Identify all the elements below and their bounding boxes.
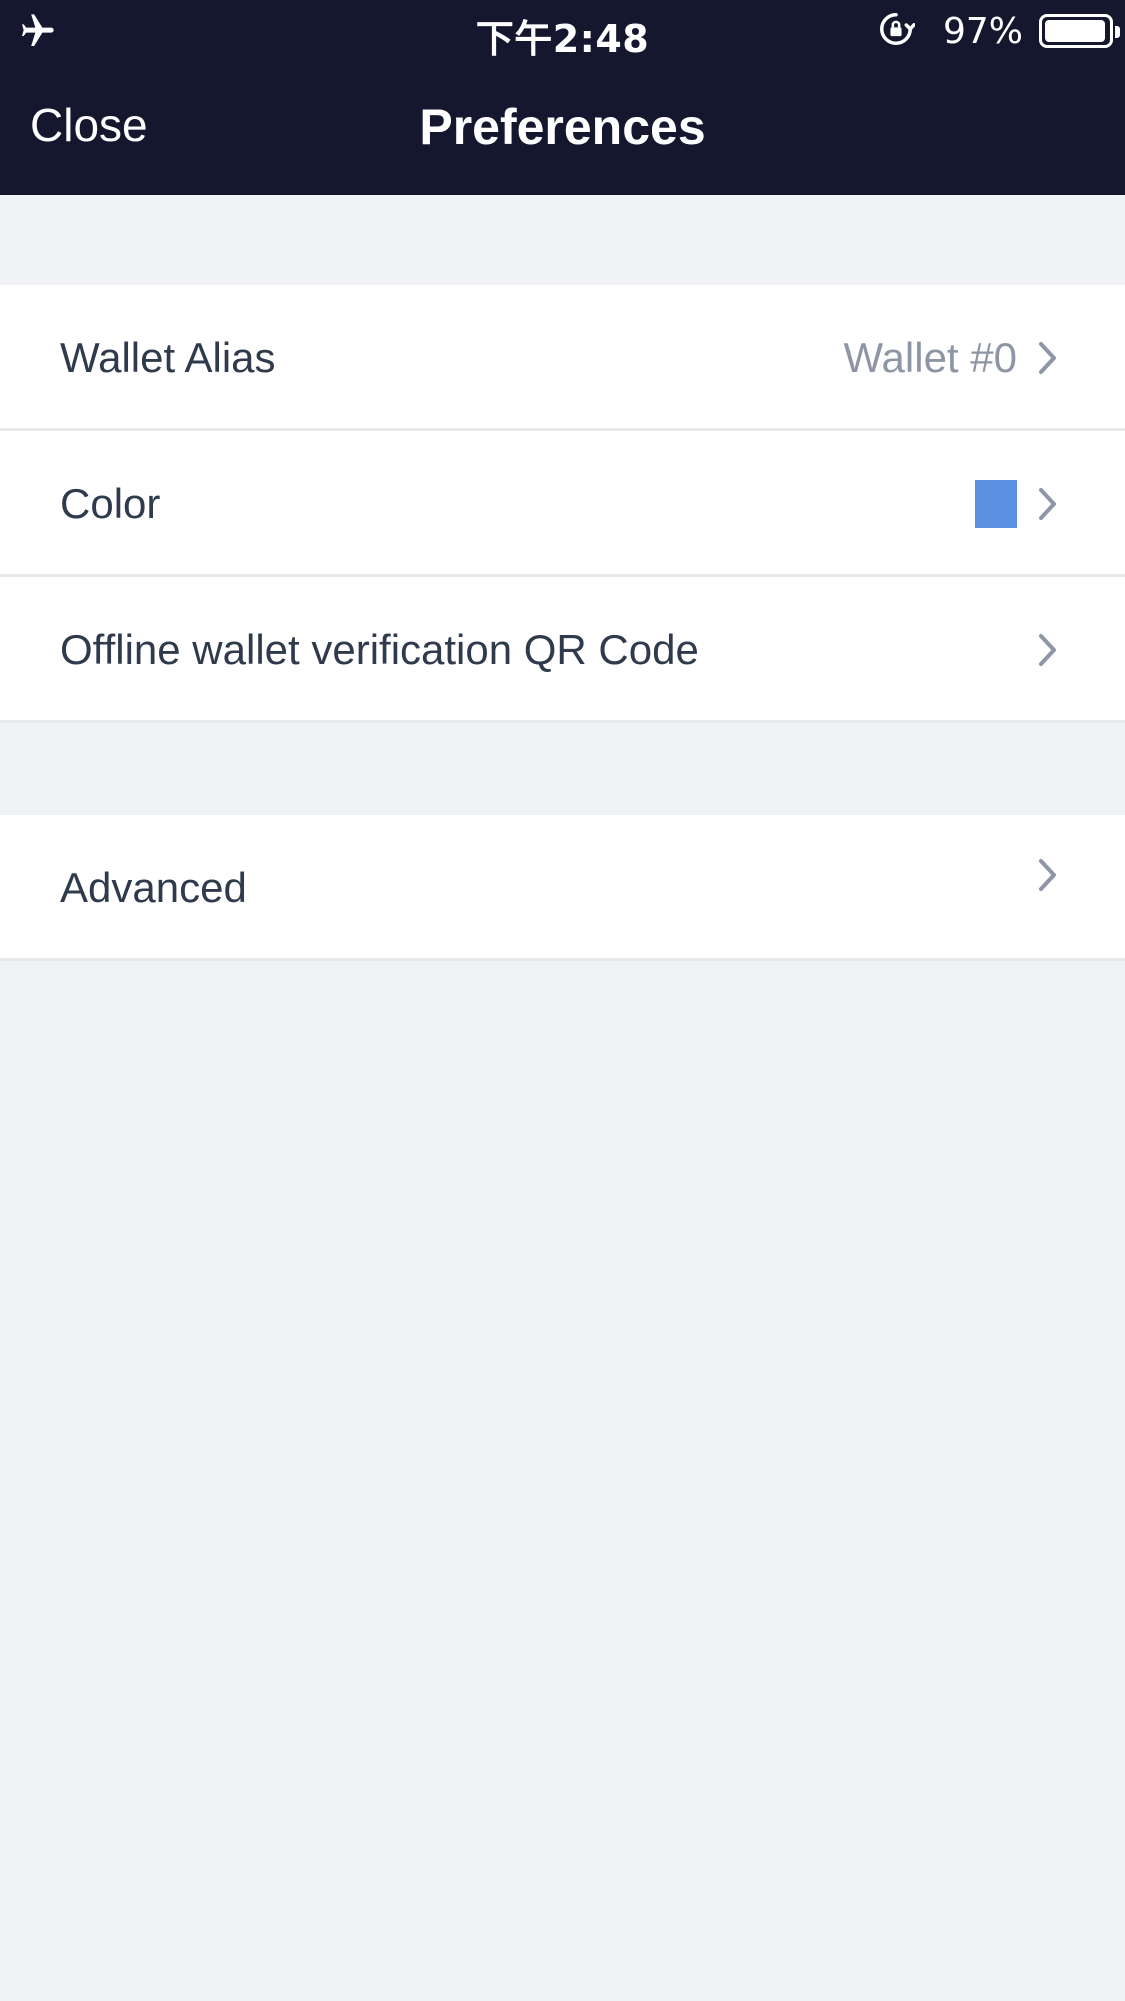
nav-bar: Close Preferences xyxy=(0,62,1125,195)
chevron-right-icon xyxy=(1037,340,1059,376)
chevron-right-icon xyxy=(1037,632,1059,668)
orientation-lock-icon xyxy=(877,10,916,53)
color-swatch xyxy=(975,480,1017,528)
color-label: Color xyxy=(60,480,161,527)
close-button[interactable]: Close xyxy=(30,98,148,152)
wallet-alias-value: Wallet #0 xyxy=(843,334,1017,381)
status-right: 97% xyxy=(877,10,1120,53)
offline-qr-label: Offline wallet verification QR Code xyxy=(60,626,699,673)
offline-qr-right xyxy=(1037,577,1059,723)
advanced-row[interactable]: Advanced xyxy=(0,815,1125,961)
wallet-alias-label: Wallet Alias xyxy=(60,334,276,381)
status-bar: 下午2:48 97% xyxy=(0,0,1125,62)
wallet-alias-row[interactable]: Wallet Alias Wallet #0 xyxy=(0,285,1125,431)
wallet-alias-right: Wallet #0 xyxy=(843,285,1059,431)
color-right xyxy=(975,431,1059,577)
chevron-right-icon xyxy=(1037,857,1059,893)
advanced-section: Advanced xyxy=(0,815,1125,961)
header: 下午2:48 97% Close Preferences xyxy=(0,0,1125,195)
page-title: Preferences xyxy=(419,99,706,155)
advanced-right xyxy=(1037,815,1059,961)
battery-fill xyxy=(1045,20,1106,42)
battery-icon xyxy=(1039,14,1120,48)
chevron-right-icon xyxy=(1037,486,1059,522)
color-row[interactable]: Color xyxy=(0,431,1125,577)
battery-cap xyxy=(1115,26,1120,38)
advanced-label: Advanced xyxy=(60,864,247,911)
offline-qr-row[interactable]: Offline wallet verification QR Code xyxy=(0,577,1125,723)
preferences-section: Wallet Alias Wallet #0 Color Offline wal… xyxy=(0,285,1125,723)
battery-percent: 97% xyxy=(942,10,1023,52)
